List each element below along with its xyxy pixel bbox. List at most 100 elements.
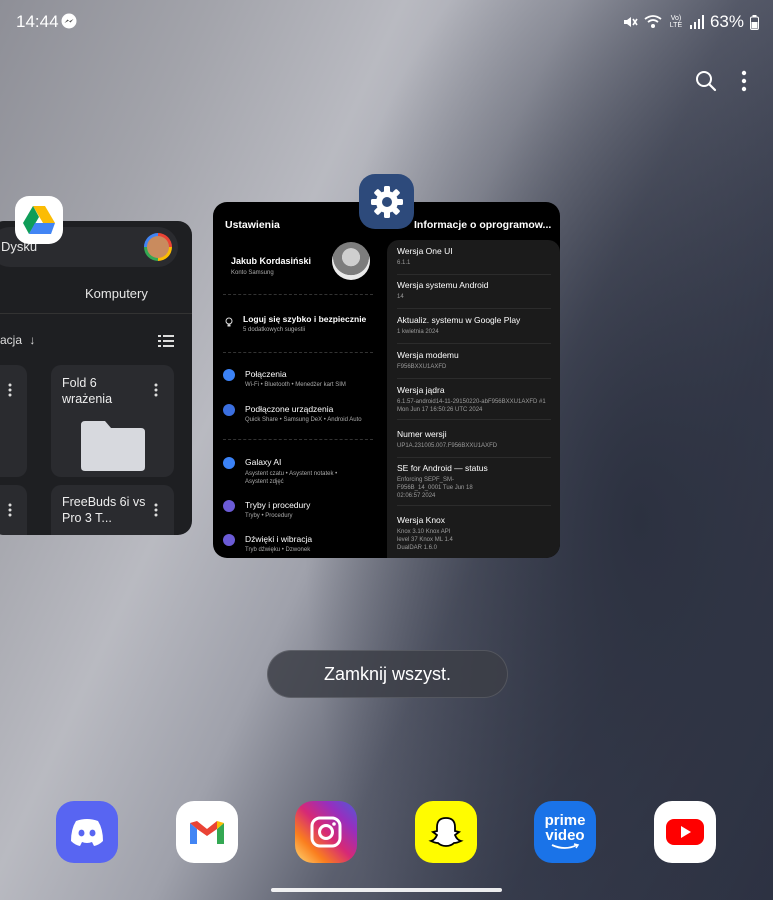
profile-row[interactable]: Jakub Kordasiński Konto Samsung [225,242,375,282]
item-title: Podłączone urządzenia [245,404,334,414]
info-row[interactable]: Wersja jądra 6.1.57-android14-11-29150220… [397,385,551,420]
navigation-handle[interactable] [271,888,502,892]
info-row[interactable]: Wersja systemu Android 14 [397,280,551,309]
info-title: Wersja jądra [397,385,445,395]
prime-label: prime [544,812,586,829]
smile-arrow-icon [551,843,580,849]
check-circle-icon [223,500,235,512]
info-row[interactable]: SE for Android — status Enforcing SEPF_SM… [397,463,551,506]
info-row[interactable]: Wersja Knox Knox 3.10 Knox API level 37 K… [397,515,551,558]
profile-sub: Konto Samsung [231,270,274,276]
item-title: Dźwięki i wibracja [245,534,313,544]
recent-app-settings[interactable]: Ustawienia Jakub Kordasiński Konto Samsu… [213,202,560,558]
gmail-icon[interactable] [176,801,238,863]
sort-control[interactable]: acja ↓ [0,333,35,347]
mute-icon [623,17,638,27]
info-row[interactable]: Wersja modemu F956BXXU1AXFD [397,350,551,379]
avatar[interactable] [144,233,172,261]
folder-tile[interactable]: Fold 6 wrażenia [51,365,174,477]
status-bar: 14:44 Vo) LTE 63% [0,0,773,44]
suggestion-item[interactable]: Loguj się szybko i bezpiecznie 5 dodatko… [223,314,378,333]
folder-tile-partial[interactable] [0,485,27,535]
folder-icon [81,421,145,471]
item-title: Galaxy AI [245,457,282,467]
status-icons: Vo) LTE 63% [622,12,759,32]
close-all-button[interactable]: Zamknij wszyst. [267,650,508,698]
info-row[interactable]: Numer wersji UP1A.231005.007.F956BXXU1AXF… [397,429,551,458]
folder-name: FreeBuds 6i vs Pro 3 T... [62,495,146,525]
avatar[interactable] [332,242,370,280]
folder-name: Fold 6 wrażenia [62,376,113,406]
more-options-icon[interactable] [154,383,158,397]
messenger-icon [61,13,77,29]
sort-label: acja [0,333,23,347]
info-value: 14 [397,294,404,300]
battery-icon [750,14,759,30]
info-value: 1 kwietnia 2024 [397,329,439,335]
google-drive-icon[interactable] [15,196,63,244]
volte-label: Vo) LTE [669,15,683,29]
folder-tile[interactable]: FreeBuds 6i vs Pro 3 T... [51,485,174,535]
snapchat-icon[interactable] [415,801,477,863]
item-sub: Quick Share • Samsung DeX • Android Auto [245,417,362,423]
tab-computers[interactable]: Komputery [85,286,148,301]
list-view-icon[interactable] [158,335,174,347]
info-value: F956BXXU1AXFD [397,364,447,370]
search-icon[interactable] [695,70,717,92]
info-value: Enforcing SEPF_SM-F956B_14_0001 Tue Jun … [397,477,473,499]
battery-percent: 63% [709,12,744,31]
settings-item-connections[interactable]: Połączenia Wi-Fi • Bluetooth • Menedżer k… [223,369,378,388]
instagram-icon[interactable] [295,801,357,863]
item-sub: Asystent czatu • Asystent notatek • Asys… [245,471,338,485]
info-value: 6.1.57-android14-11-29150220-abF956BXXU1… [397,399,546,413]
discord-icon[interactable] [56,801,118,863]
more-options-icon[interactable] [8,503,12,517]
app-dock: prime video [0,801,773,865]
settings-item-modes[interactable]: Tryby i procedury Tryby • Procedury [223,500,378,519]
item-title: Tryby i procedury [245,500,311,510]
suggestion-sub: 5 dodatkowych sugestii [243,327,306,333]
recent-app-drive[interactable]: Dysku Komputery acja ↓ Fold 6 wrażenia F… [0,221,192,535]
info-title: Wersja One UI [397,246,453,256]
info-row[interactable]: Aktualiz. systemu w Google Play 1 kwietni… [397,315,551,344]
settings-item-connected-devices[interactable]: Podłączone urządzenia Quick Share • Samsu… [223,404,378,423]
info-title: Wersja modemu [397,350,459,360]
info-value: 6.1.1 [397,260,411,266]
prime-video-icon[interactable]: prime video [534,801,596,863]
speaker-icon [223,534,235,546]
settings-item-sounds[interactable]: Dźwięki i wibracja Tryb dźwięku • Dzwonek [223,534,378,553]
folder-tile-partial[interactable] [0,365,27,477]
software-info-list: Wersja One UI 6.1.1 Wersja systemu Androi… [387,240,560,558]
more-options-icon[interactable] [154,503,158,517]
lightbulb-icon [225,317,233,327]
wifi-icon [644,15,662,28]
settings-item-galaxy-ai[interactable]: Galaxy AI Asystent czatu • Asystent notat… [223,457,378,486]
info-value: UP1A.231005.007.F956BXXU1AXFD [397,443,498,449]
info-value: Knox 3.10 Knox API level 37 Knox ML 1.4 … [397,529,453,551]
info-row[interactable]: Wersja One UI 6.1.1 [397,246,551,275]
profile-name: Jakub Kordasiński [231,256,312,266]
settings-main-pane: Ustawienia Jakub Kordasiński Konto Samsu… [213,202,387,558]
info-title: Wersja Knox [397,515,446,525]
devices-icon [223,404,235,416]
item-sub: Tryb dźwięku • Dzwonek [245,547,311,553]
recents-toolbar [695,70,747,92]
more-options-icon[interactable] [741,70,747,92]
status-time: 14:44 [16,12,59,31]
sparkle-icon [223,457,235,469]
settings-gear-icon[interactable] [359,174,414,229]
item-title: Połączenia [245,369,287,379]
item-sub: Tryby • Procedury [245,513,293,519]
info-title: SE for Android — status [397,463,488,473]
settings-title: Ustawienia [225,219,280,231]
signal-icon [689,15,704,29]
arrow-down-icon: ↓ [29,333,36,347]
software-info-title: Informacje o oprogramow... [414,219,552,231]
info-title: Wersja systemu Android [397,280,489,290]
youtube-icon[interactable] [654,801,716,863]
info-title: Aktualiz. systemu w Google Play [397,315,521,325]
item-sub: Wi-Fi • Bluetooth • Menedżer kart SIM [245,382,346,388]
more-options-icon[interactable] [8,383,12,397]
video-label: video [545,827,585,844]
info-title: Numer wersji [397,429,447,439]
